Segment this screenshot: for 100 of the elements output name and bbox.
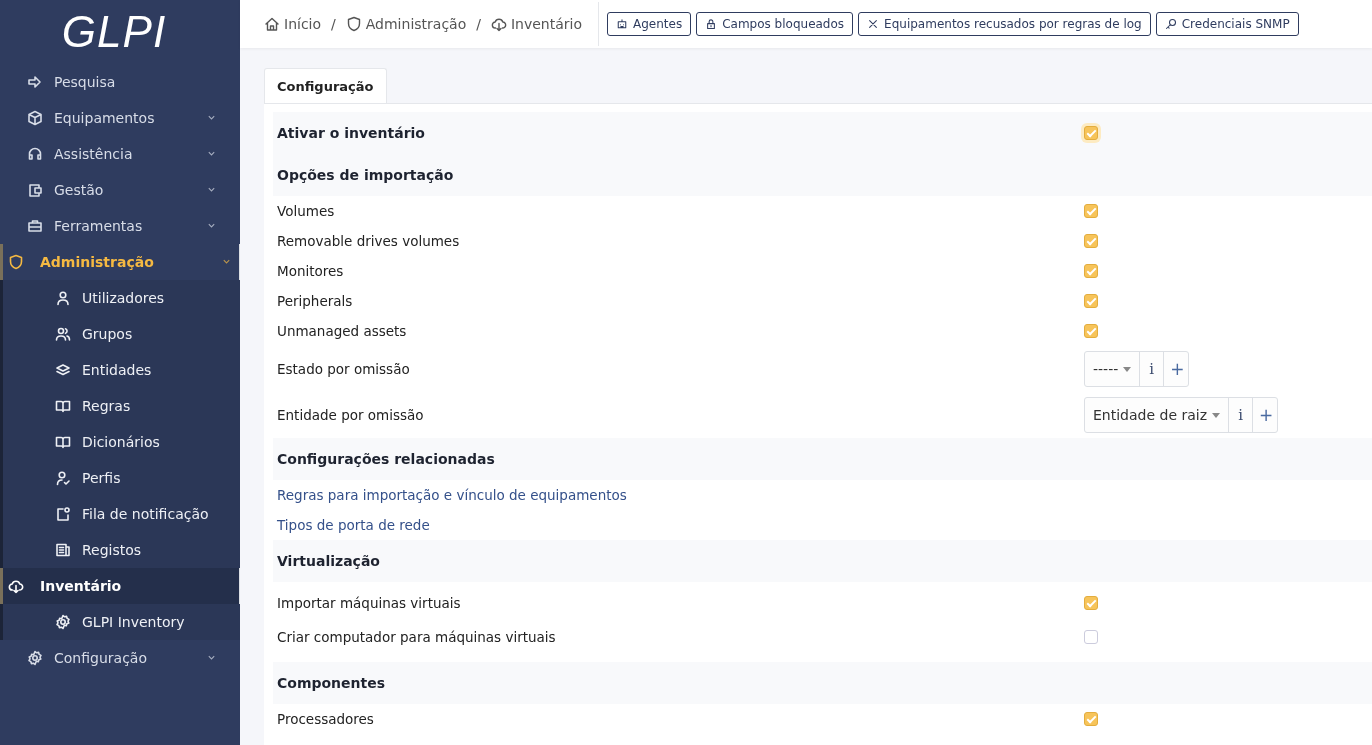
checkbox[interactable] — [1084, 126, 1098, 140]
checkbox[interactable] — [1084, 204, 1098, 218]
toolbar-button[interactable]: Agentes — [607, 12, 692, 36]
submenu-item[interactable]: Grupos — [0, 316, 240, 352]
submenu-item[interactable]: Dicionários — [0, 424, 240, 460]
menu-label: Grupos — [82, 326, 134, 342]
list-icon — [55, 542, 71, 558]
menu-label: Entidades — [82, 362, 153, 378]
lock-icon — [705, 18, 718, 30]
section-title: Ativar o inventário — [277, 125, 426, 141]
gear-icon — [27, 650, 43, 666]
cloud-icon — [8, 578, 24, 594]
menu-label: Regras — [82, 398, 132, 414]
robot-icon — [616, 18, 628, 30]
bell-icon — [55, 506, 71, 522]
shield-icon — [8, 254, 24, 270]
checkbox[interactable] — [1084, 264, 1098, 278]
info-button[interactable]: i — [1229, 398, 1254, 432]
breadcrumb-link[interactable]: Inventário — [490, 16, 582, 32]
menu-label: Dicionários — [82, 434, 161, 450]
menu-label: Ferramentas — [54, 218, 144, 234]
field-label: Importar máquinas virtuais — [277, 595, 462, 611]
related-link[interactable]: Tipos de porta de rede — [277, 517, 430, 533]
toolbox-icon — [27, 218, 43, 234]
submenu-item[interactable]: Fila de notificação — [0, 496, 240, 532]
logo[interactable]: GLPI — [0, 0, 240, 64]
caret-icon — [1212, 412, 1221, 418]
checkbox[interactable] — [1084, 712, 1098, 726]
breadcrumb-separator: / — [476, 16, 481, 32]
field-label: Removable drives volumes — [277, 233, 461, 249]
section-title: Configurações relacionadas — [277, 451, 496, 467]
checkbox[interactable] — [1084, 234, 1098, 248]
shield-icon — [345, 16, 362, 32]
tab[interactable]: Configuração — [264, 68, 387, 103]
related-link[interactable]: Regras para importação e vínculo de equipamentos — [277, 487, 627, 503]
menu-item[interactable]: Assistência — [0, 136, 240, 172]
caret-icon — [1123, 366, 1132, 372]
cloud-icon — [490, 16, 507, 32]
menu-item[interactable]: Pesquisa — [0, 64, 240, 100]
menu-label: Equipamentos — [54, 110, 156, 126]
add-button[interactable]: + — [1253, 398, 1278, 432]
field-label: Peripherals — [277, 293, 354, 309]
toolbar-button[interactable]: Equipamentos recusados por regras de log — [858, 12, 1151, 36]
submenu-item[interactable]: Entidades — [0, 352, 240, 388]
dropdown[interactable]: Entidade de raiz — [1085, 398, 1230, 432]
submenu-item[interactable]: Utilizadores — [0, 280, 240, 316]
submenu-item[interactable]: GLPI Inventory — [0, 604, 240, 640]
menu-label: GLPI Inventory — [82, 614, 186, 630]
submenu-item[interactable]: Perfis — [0, 460, 240, 496]
checkbox[interactable] — [1084, 596, 1098, 610]
wallet-icon — [27, 182, 43, 198]
gear-icon — [55, 614, 71, 630]
menu-item[interactable]: Equipamentos — [0, 100, 240, 136]
checkbox[interactable] — [1084, 630, 1098, 644]
submenu-item[interactable]: Regras — [0, 388, 240, 424]
home-icon — [264, 16, 280, 32]
menu-label: Administração — [40, 254, 155, 270]
users-icon — [55, 326, 71, 342]
book-icon — [55, 434, 71, 450]
field-label: Monitores — [277, 263, 345, 279]
toolbar-button[interactable]: Credenciais SNMP — [1155, 12, 1299, 36]
menu-item[interactable]: Configuração — [0, 640, 240, 676]
close-icon — [867, 18, 880, 30]
book-icon — [55, 398, 71, 414]
arrow-icon — [27, 74, 43, 90]
dropdown[interactable]: ----- — [1085, 352, 1141, 386]
breadcrumb-link[interactable]: Administração — [345, 16, 467, 32]
menu-label: Assistência — [54, 146, 134, 162]
section-title: Virtualização — [277, 553, 381, 569]
submenu-item[interactable]: Inventário — [0, 568, 240, 604]
field-label: Estado por omissão — [277, 361, 411, 377]
menu-label: Configuração — [54, 650, 148, 666]
menu-label: Inventário — [40, 578, 123, 594]
menu-label: Utilizadores — [82, 290, 166, 306]
checkbox[interactable] — [1084, 294, 1098, 308]
menu-item[interactable]: Gestão — [0, 172, 240, 208]
field-label: Processadores — [277, 711, 375, 727]
menu-item[interactable]: Ferramentas — [0, 208, 240, 244]
breadcrumb-separator: / — [331, 16, 336, 32]
info-button[interactable]: i — [1140, 352, 1165, 386]
checkbox[interactable] — [1084, 324, 1098, 338]
add-button[interactable]: + — [1164, 352, 1189, 386]
toolbar-button[interactable]: Campos bloqueados — [696, 12, 854, 36]
layers-icon — [55, 362, 71, 378]
key-icon — [1164, 18, 1177, 30]
menu-label: Registos — [82, 542, 143, 558]
box-icon — [27, 110, 43, 126]
field-label: Criar computador para máquinas virtuais — [277, 629, 557, 645]
user-icon — [55, 290, 71, 306]
headset-icon — [27, 146, 43, 162]
menu-label: Pesquisa — [54, 74, 117, 90]
menu-label: Fila de notificação — [82, 506, 210, 522]
breadcrumb-link[interactable]: Início — [264, 16, 322, 32]
menu-label: Gestão — [54, 182, 105, 198]
field-label: Entidade por omissão — [277, 407, 425, 423]
section-title: Componentes — [277, 675, 387, 691]
field-label: Unmanaged assets — [277, 323, 408, 339]
usercheck-icon — [55, 470, 71, 486]
submenu-item[interactable]: Registos — [0, 532, 240, 568]
field-label: Volumes — [277, 203, 336, 219]
